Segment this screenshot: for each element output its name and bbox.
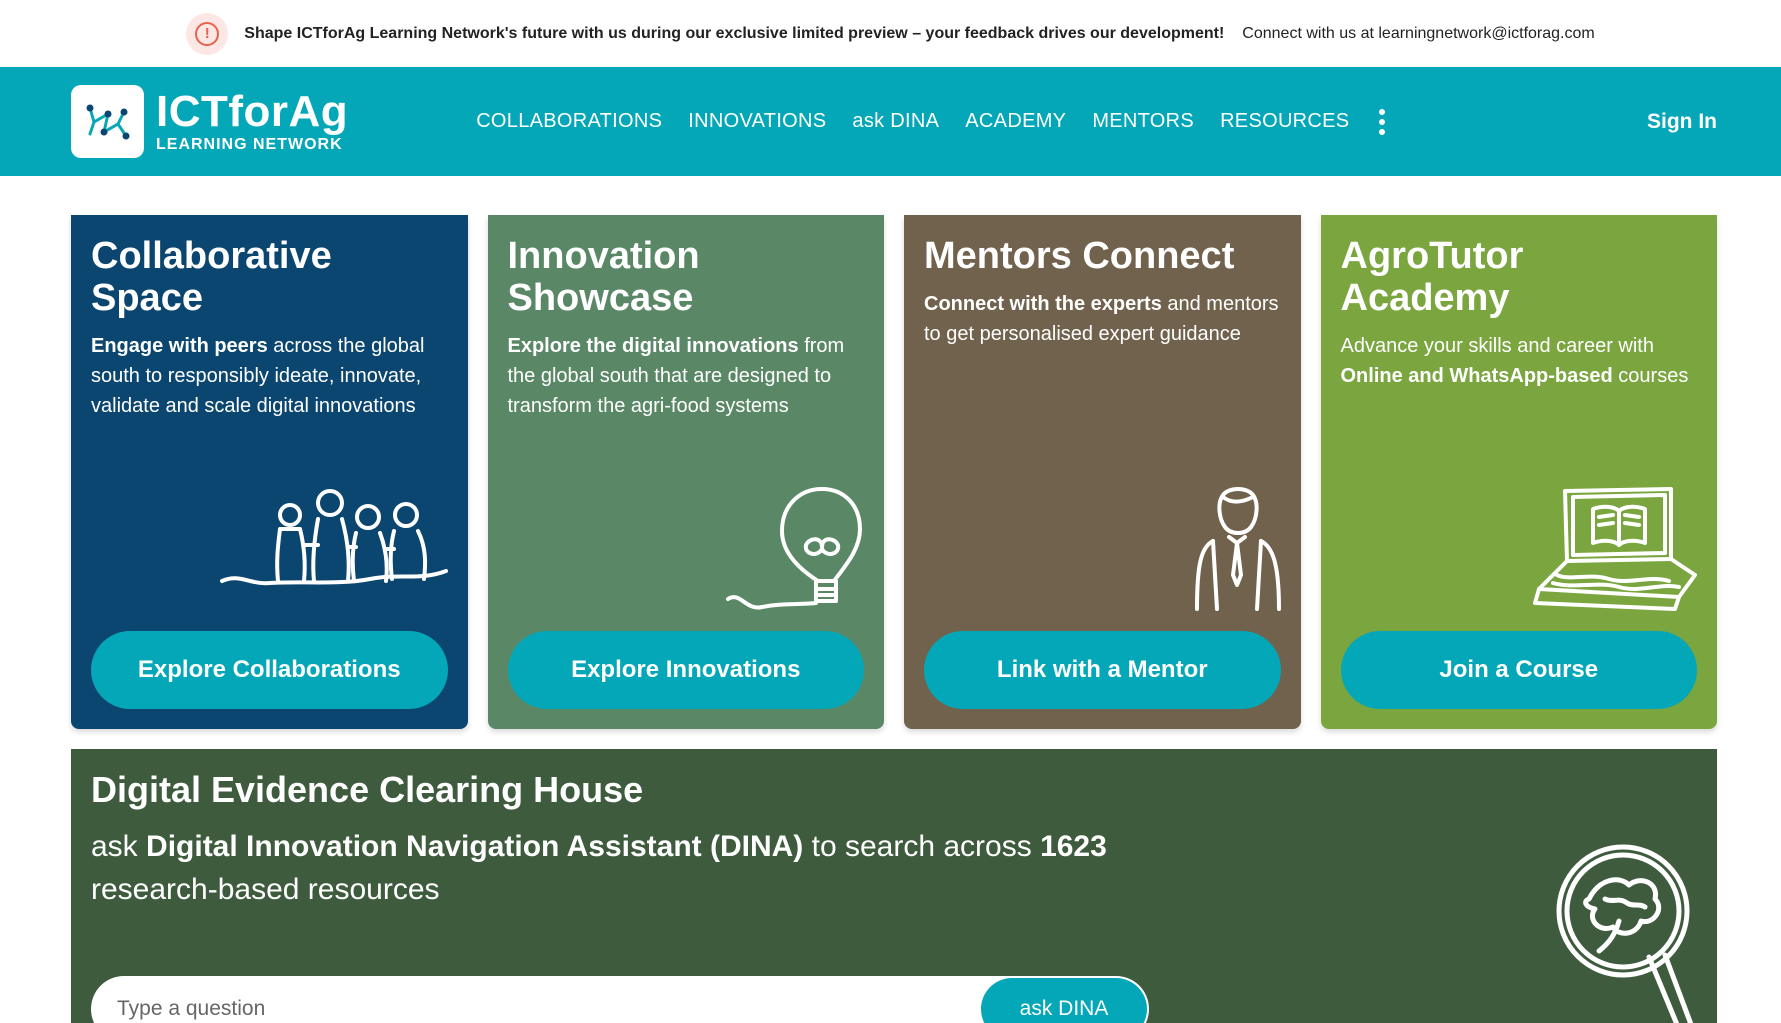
network-logo-icon: [71, 85, 144, 158]
dina-question-input[interactable]: [117, 997, 981, 1021]
nav-item-academy[interactable]: ACADEMY: [965, 110, 1066, 133]
card-title: Innovation Showcase: [507, 235, 700, 319]
preview-banner: ! Shape ICTforAg Learning Network's futu…: [0, 0, 1781, 67]
top-navigation: ICTforAg LEARNING NETWORK COLLABORATIONS…: [0, 67, 1781, 176]
kebab-menu-icon[interactable]: [1379, 108, 1386, 135]
explore-innovations-button[interactable]: Explore Innovations: [507, 631, 864, 709]
brand-name: ICTforAg: [156, 86, 349, 136]
digital-evidence-clearing-house: Digital Evidence Clearing House ask Digi…: [71, 749, 1717, 1023]
main-menu: COLLABORATIONS INNOVATIONS ask DINA ACAD…: [476, 108, 1386, 135]
nav-item-mentors[interactable]: MENTORS: [1092, 110, 1194, 133]
ask-dina-button[interactable]: ask DINA: [981, 978, 1147, 1023]
mentor-person-icon: [1193, 485, 1283, 618]
card-description: Connect with the experts and mentors to …: [924, 293, 1279, 345]
dina-search-box: ask DINA: [91, 976, 1149, 1023]
card-title: AgroTutor Academy: [1340, 235, 1524, 319]
nav-item-ask-dina[interactable]: ask DINA: [852, 110, 939, 133]
explore-collaborations-button[interactable]: Explore Collaborations: [91, 631, 448, 709]
laptop-book-icon: [1529, 485, 1699, 618]
brand-subtitle: LEARNING NETWORK: [156, 135, 343, 153]
card-description: Advance your skills and career with Onli…: [1340, 335, 1689, 387]
section-lead: ask Digital Innovation Navigation Assist…: [91, 830, 1107, 906]
nav-item-resources[interactable]: RESOURCES: [1220, 110, 1349, 133]
card-agrotutor-academy: AgroTutor Academy Advance your skills an…: [1320, 215, 1717, 729]
card-mentors-connect: Mentors Connect Connect with the experts…: [904, 215, 1301, 729]
nav-item-innovations[interactable]: INNOVATIONS: [688, 110, 826, 133]
alert-circle-icon: !: [186, 12, 229, 55]
card-description: Explore the digital innovations from the…: [507, 335, 845, 417]
card-innovation-showcase: Innovation Showcase Explore the digital …: [487, 215, 884, 729]
banner-contact[interactable]: Connect with us at learningnetwork@ictfo…: [1242, 25, 1594, 43]
section-title: Digital Evidence Clearing House: [91, 769, 644, 810]
banner-message: Shape ICTforAg Learning Network's future…: [244, 24, 1225, 42]
card-description: Engage with peers across the global sout…: [91, 335, 425, 417]
card-collaborative-space: Collaborative Space Engage with peers ac…: [71, 215, 468, 729]
feature-cards: Collaborative Space Engage with peers ac…: [0, 176, 1781, 729]
group-of-people-icon: [219, 485, 450, 600]
sign-in-link[interactable]: Sign In: [1647, 110, 1717, 134]
join-course-button[interactable]: Join a Course: [1340, 631, 1697, 709]
link-with-mentor-button[interactable]: Link with a Mentor: [924, 631, 1281, 709]
lightbulb-icon: [726, 485, 866, 618]
logo[interactable]: ICTforAg LEARNING NETWORK: [71, 85, 348, 158]
card-title: Mentors Connect: [924, 235, 1235, 277]
card-title: Collaborative Space: [91, 235, 332, 319]
nav-item-collaborations[interactable]: COLLABORATIONS: [476, 110, 662, 133]
magnifying-glass-icon: [1549, 839, 1699, 1023]
